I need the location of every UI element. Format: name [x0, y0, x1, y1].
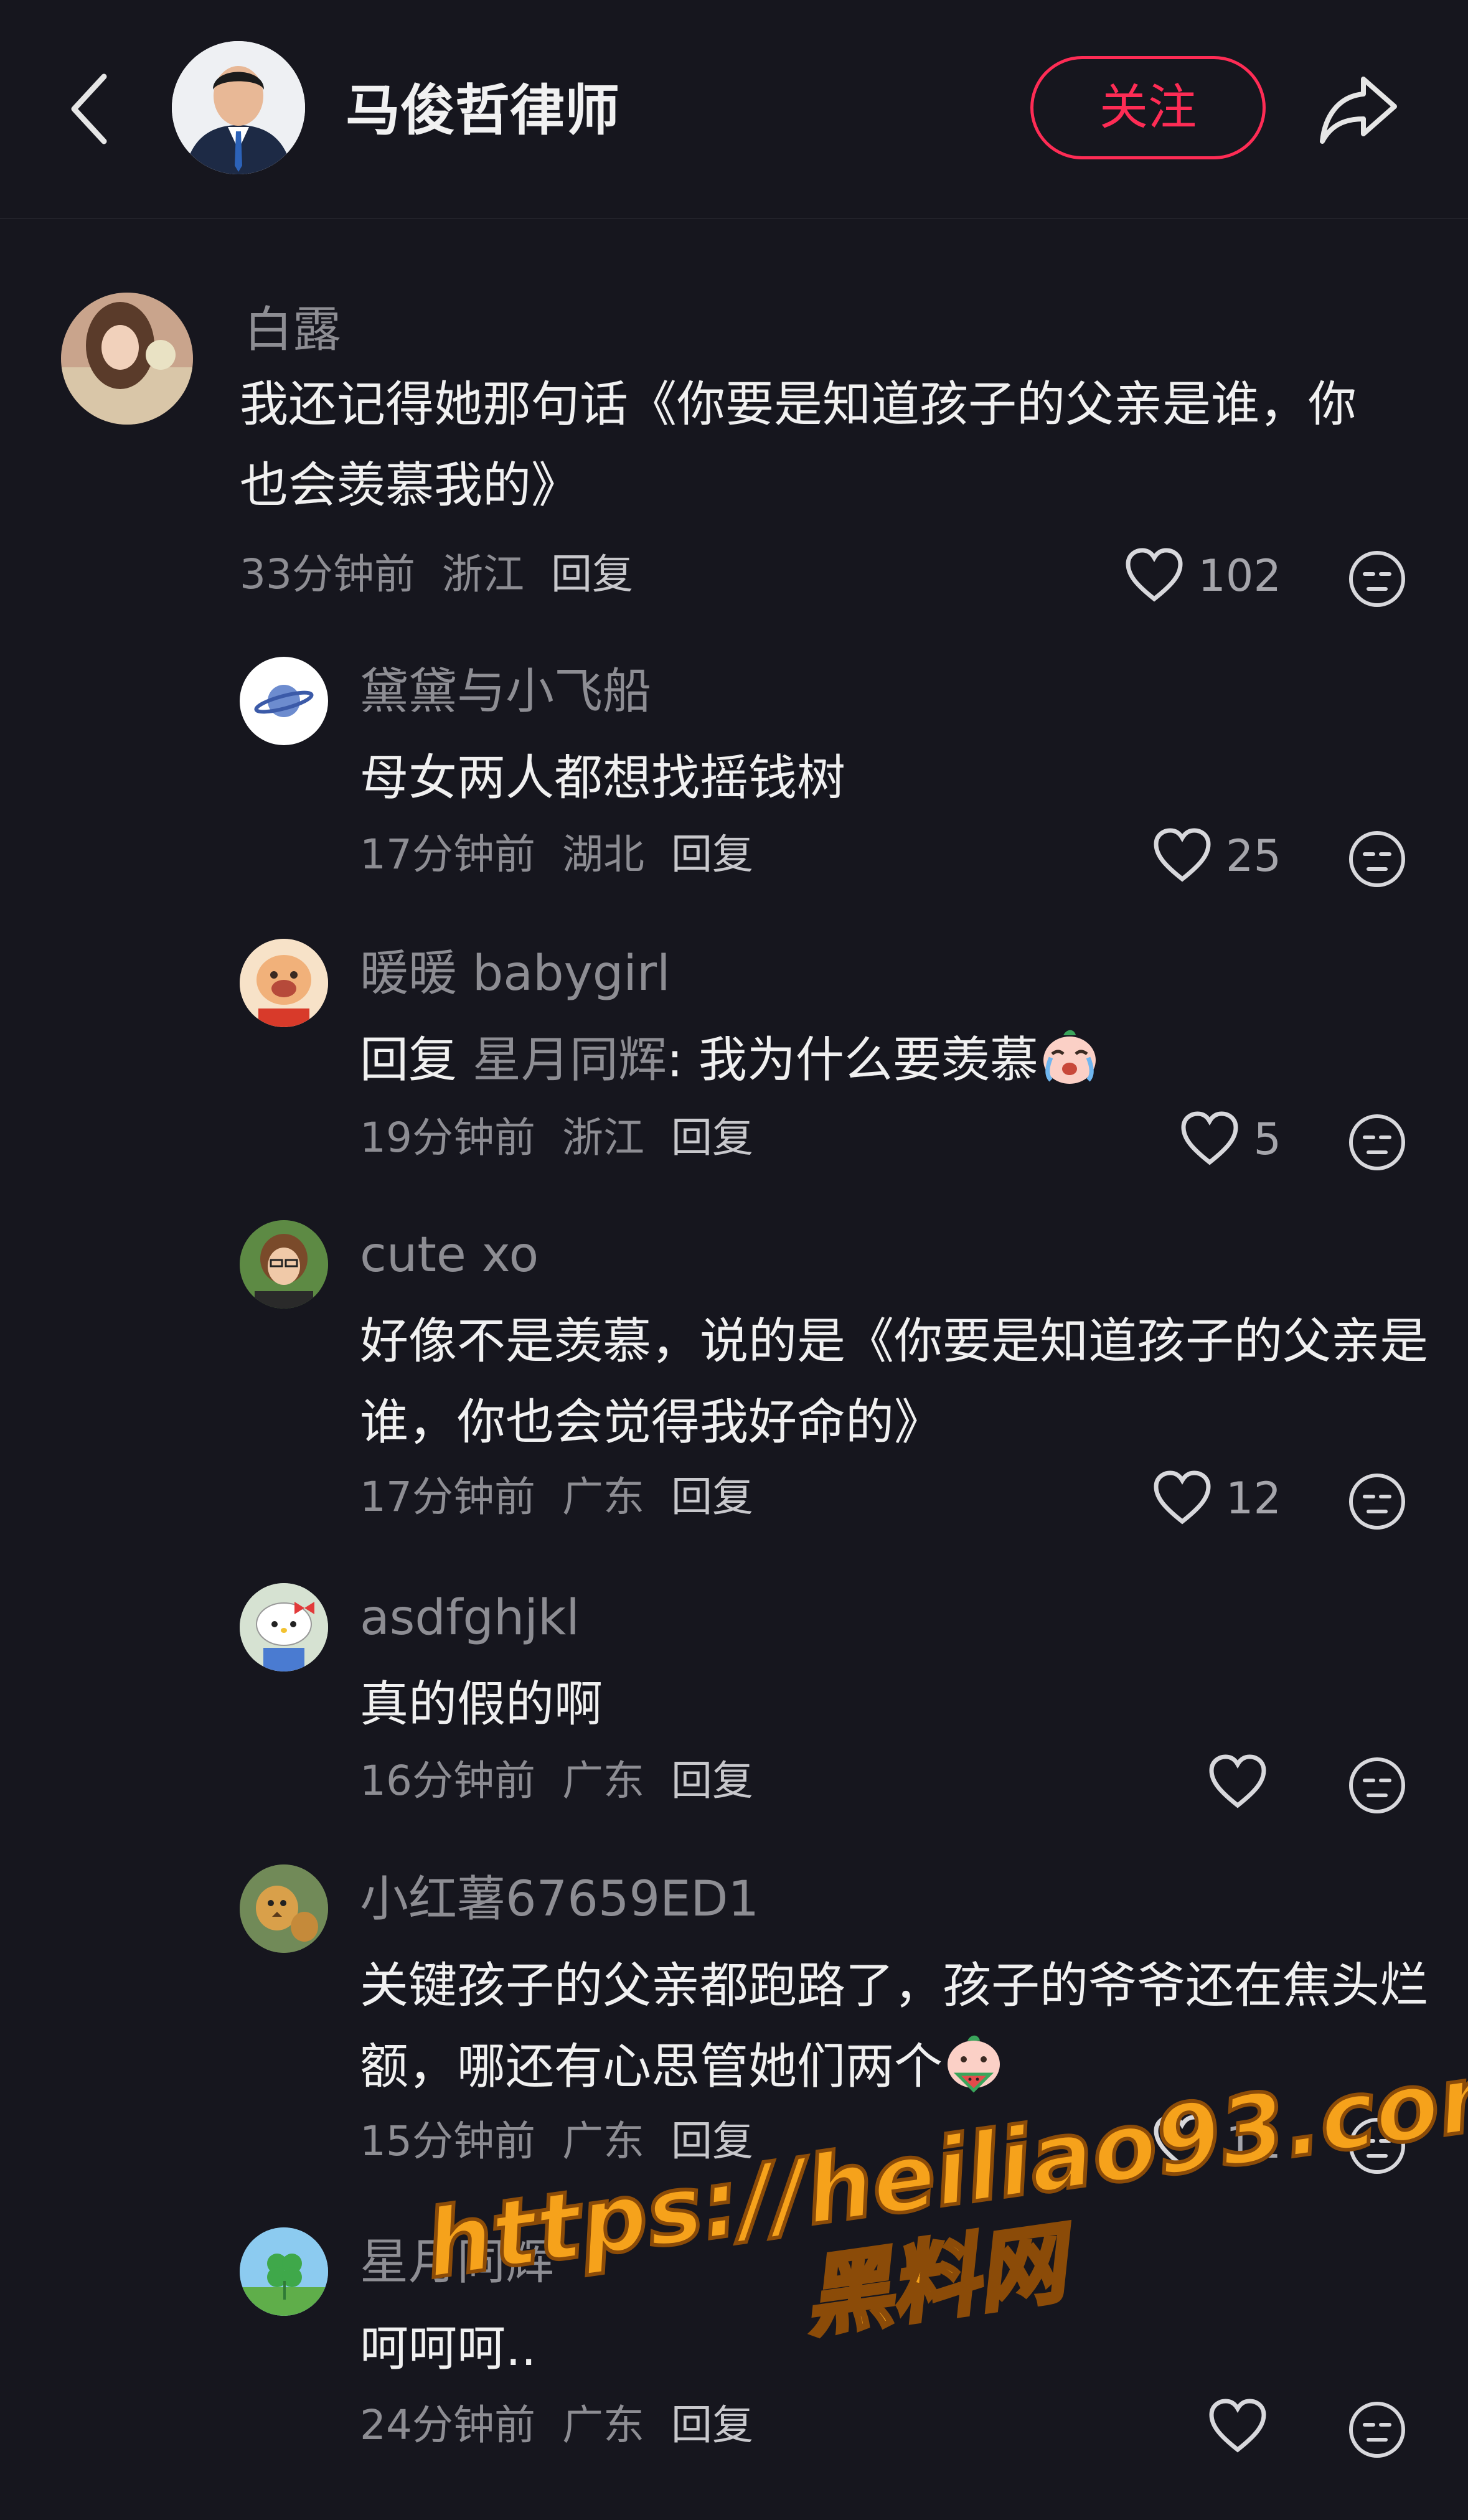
back-button[interactable] [65, 65, 115, 153]
comment-meta: 17分钟前 湖北 回复 [360, 827, 767, 883]
comment-meta: 33分钟前 浙江 回复 [240, 547, 647, 603]
comment-meta: 15分钟前 广东 回复 [360, 2113, 767, 2170]
crying-face-emoji-icon [1038, 1025, 1101, 1088]
comment-meta: 16分钟前 广东 回复 [360, 1753, 767, 1809]
comment-username[interactable]: 星月同辉 [360, 2231, 554, 2293]
heart-icon [1126, 548, 1183, 602]
heart-icon [1154, 1470, 1211, 1525]
dislike-button[interactable] [1346, 1111, 1408, 1173]
commenter-avatar[interactable] [61, 293, 193, 425]
like-count: 11 [1225, 2117, 1281, 2168]
comment-time: 19分钟前 [360, 1114, 535, 1162]
comment-location: 广东 [562, 2401, 644, 2449]
heart-icon [1209, 1754, 1266, 1808]
comment-location: 浙江 [562, 1114, 644, 1162]
comment-username[interactable]: asdfghjkl [360, 1587, 580, 1649]
comment-location: 湖北 [562, 830, 644, 878]
unamused-face-icon [1349, 1757, 1405, 1813]
commenter-avatar[interactable] [240, 2227, 328, 2316]
comment-time: 17分钟前 [360, 830, 535, 878]
unamused-face-icon [1349, 551, 1405, 607]
dislike-button[interactable] [1346, 1754, 1408, 1817]
chevron-left-icon [71, 73, 107, 144]
comment-time: 33分钟前 [240, 550, 415, 598]
dislike-button[interactable] [1346, 828, 1408, 890]
dislike-button[interactable] [1346, 1470, 1408, 1533]
top-bar: 马俊哲律师 关注 [0, 0, 1468, 219]
comment-username[interactable]: 暖暖 babygirl [360, 943, 670, 1005]
heart-icon [1154, 828, 1211, 882]
heart-icon [1154, 2115, 1211, 2169]
comment-location: 广东 [562, 1757, 644, 1805]
author-name[interactable]: 马俊哲律师 [346, 80, 619, 142]
heart-icon [1181, 1111, 1238, 1165]
comment-text[interactable]: 关键孩子的父亲都跑路了，孩子的爷爷还在焦头烂额，哪还有心思管她们两个 [360, 1945, 1431, 2107]
like-button[interactable]: 12 [1152, 1464, 1281, 1533]
like-button[interactable] [1208, 2392, 1281, 2461]
like-button[interactable]: 25 [1152, 822, 1281, 890]
reply-text: : 我为什么要羡慕 [666, 1032, 1038, 1088]
dislike-button[interactable] [1346, 2399, 1408, 2461]
commenter-avatar[interactable] [240, 939, 328, 1027]
comment-text[interactable]: 我还记得她那句话《你要是知道孩子的父亲是谁，你也会羡慕我的》 [240, 364, 1360, 526]
reply-button[interactable]: 回复 [671, 1114, 753, 1162]
comment-meta: 17分钟前 广东 回复 [360, 1469, 767, 1525]
comment-username[interactable]: cute xo [360, 1224, 539, 1286]
comment-username[interactable]: 小红薯67659ED1 [360, 1868, 759, 1930]
comment-location: 广东 [562, 1473, 644, 1521]
comment-location: 浙江 [441, 550, 524, 598]
unamused-face-icon [1349, 2402, 1405, 2458]
like-button[interactable]: 11 [1152, 2109, 1281, 2177]
comment-username[interactable]: 白露 [244, 299, 341, 361]
comment-time: 24分钟前 [360, 2401, 535, 2449]
like-count: 12 [1225, 1473, 1281, 1524]
reply-button[interactable]: 回复 [671, 1757, 753, 1805]
comment-time: 16分钟前 [360, 1757, 535, 1805]
comment-text[interactable]: 好像不是羡慕，说的是《你要是知道孩子的父亲是谁，你也会觉得我好命的》 [360, 1301, 1431, 1463]
like-button[interactable]: 5 [1180, 1105, 1281, 1173]
unamused-face-icon [1349, 831, 1405, 887]
comment-text[interactable]: 回复 星月同辉: 我为什么要羡慕 [360, 1020, 1431, 1101]
reply-target-username[interactable]: 星月同辉 [473, 1032, 667, 1088]
comment-username[interactable]: 黛黛与小飞船 [360, 661, 651, 723]
commenter-avatar[interactable] [240, 657, 328, 745]
unamused-face-icon [1349, 2118, 1405, 2174]
reply-prefix: 回复 [360, 1032, 458, 1088]
follow-button[interactable]: 关注 [1030, 56, 1266, 159]
comment-text[interactable]: 呵呵呵.. [360, 2308, 1431, 2389]
reply-button[interactable]: 回复 [671, 830, 753, 878]
reply-button[interactable]: 回复 [671, 2117, 753, 2165]
author-avatar[interactable] [172, 41, 305, 174]
comment-text[interactable]: 真的假的啊 [360, 1664, 1431, 1745]
comment-time: 17分钟前 [360, 1473, 535, 1521]
comment-meta: 24分钟前 广东 回复 [360, 2397, 767, 2453]
dislike-button[interactable] [1346, 2115, 1408, 2177]
dislike-button[interactable] [1346, 548, 1408, 610]
like-button[interactable]: 102 [1124, 542, 1281, 610]
unamused-face-icon [1349, 1474, 1405, 1530]
like-count: 25 [1225, 830, 1281, 882]
comment-location: 广东 [562, 2117, 644, 2165]
share-arrow-icon [1320, 77, 1397, 144]
reply-button[interactable]: 回复 [671, 2401, 753, 2449]
share-button[interactable] [1315, 65, 1402, 153]
comment-text-body: 关键孩子的父亲都跑路了，孩子的爷爷还在焦头烂额，哪还有心思管她们两个 [360, 1958, 1429, 2095]
commenter-avatar[interactable] [240, 1583, 328, 1671]
eating-watermelon-emoji-icon [943, 2032, 1005, 2094]
like-count: 5 [1253, 1114, 1281, 1165]
like-button[interactable] [1208, 1748, 1281, 1817]
comment-time: 15分钟前 [360, 2117, 535, 2165]
reply-button[interactable]: 回复 [671, 1473, 753, 1521]
heart-icon [1209, 2399, 1266, 2453]
like-count: 102 [1198, 550, 1281, 601]
reply-button[interactable]: 回复 [551, 550, 633, 598]
unamused-face-icon [1349, 1114, 1405, 1170]
comment-text[interactable]: 母女两人都想找摇钱树 [360, 738, 1431, 819]
comment-meta: 19分钟前 浙江 回复 [360, 1110, 767, 1166]
commenter-avatar[interactable] [240, 1864, 328, 1953]
commenter-avatar[interactable] [240, 1220, 328, 1309]
